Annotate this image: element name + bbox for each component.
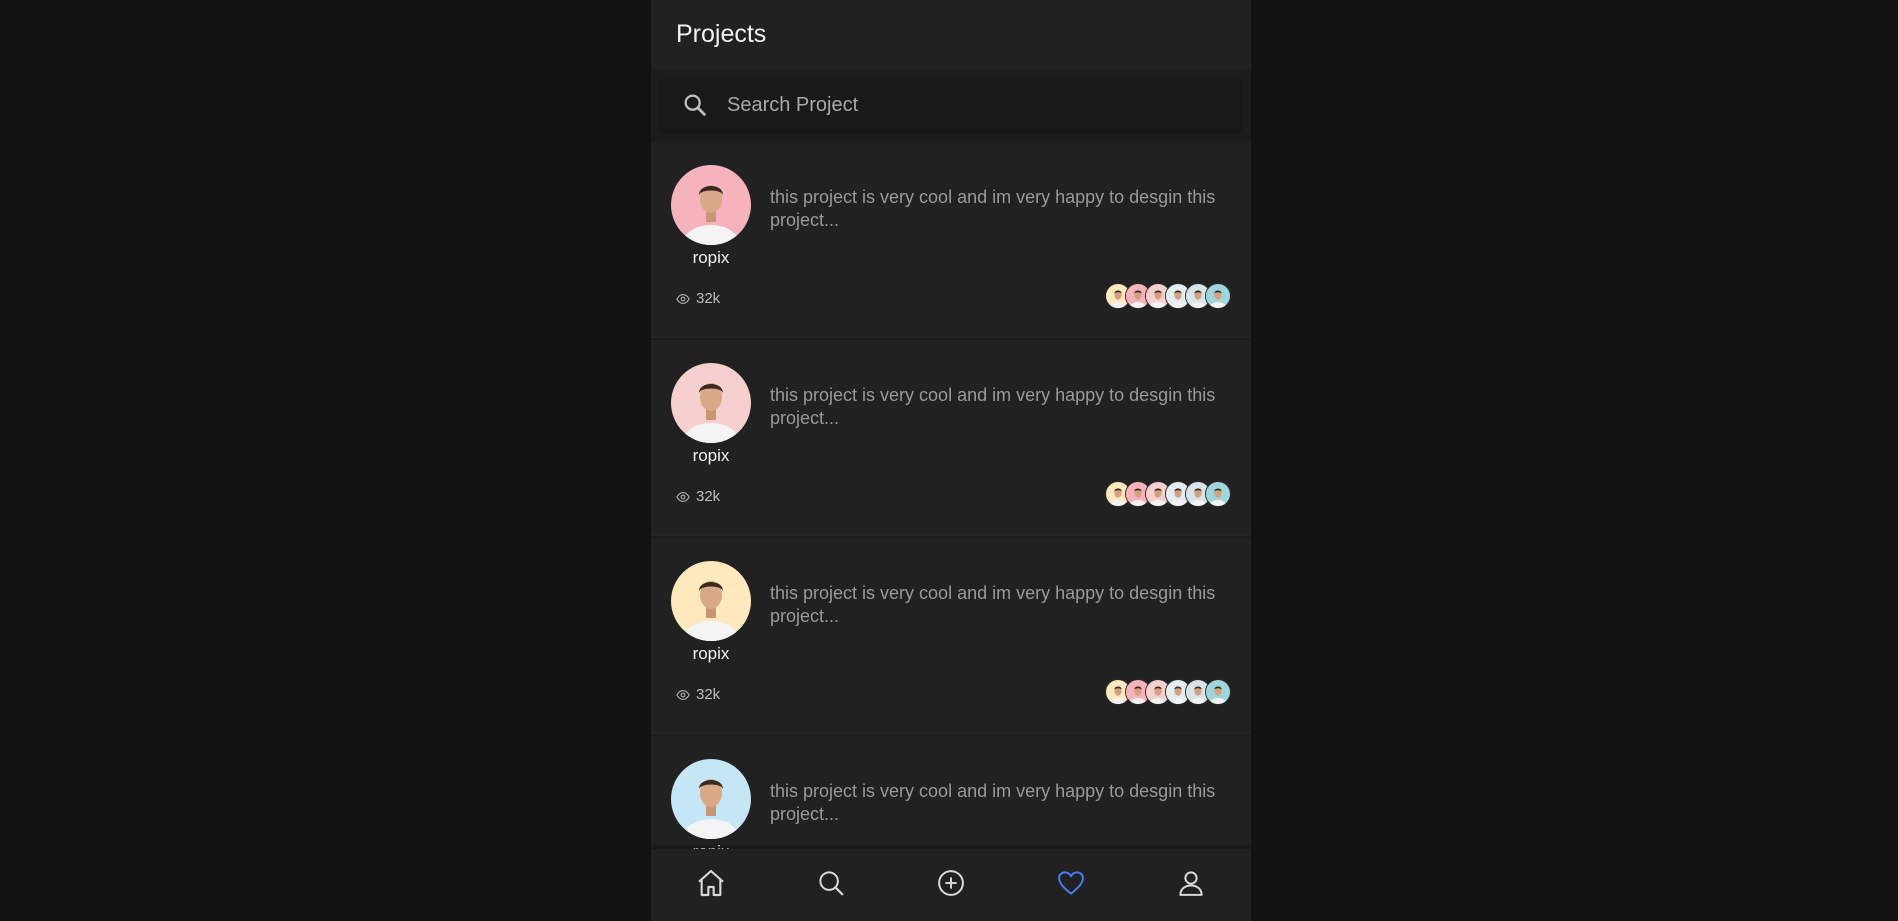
top-app-bar: Projects <box>651 0 1251 69</box>
nav-profile-button[interactable] <box>1171 865 1211 905</box>
project-card[interactable]: ropix this project is very cool and im ve… <box>651 340 1251 536</box>
view-count-value: 32k <box>696 488 721 505</box>
view-count-value: 32k <box>696 686 721 703</box>
author-name: ropix <box>661 842 761 849</box>
author-name: ropix <box>692 248 730 267</box>
user-icon <box>1176 868 1206 903</box>
project-card[interactable]: ropix this project is very cool and im ve… <box>651 736 1251 849</box>
view-count: 32k <box>676 488 720 505</box>
eye-icon <box>676 292 690 306</box>
project-description: this project is very cool and im very ha… <box>770 187 1216 230</box>
author-avatar[interactable] <box>671 363 751 443</box>
heart-icon <box>1056 868 1086 903</box>
search-input[interactable] <box>725 84 1241 126</box>
nav-favorites-button[interactable] <box>1051 865 1091 905</box>
project-description: this project is very cool and im very ha… <box>770 781 1216 824</box>
project-description: this project is very cool and im very ha… <box>770 385 1216 428</box>
author-avatar[interactable] <box>671 165 751 245</box>
search-section <box>651 69 1251 142</box>
author-avatar[interactable] <box>671 561 751 641</box>
nav-add-button[interactable] <box>931 865 971 905</box>
project-card[interactable]: ropix this project is very cool and im ve… <box>651 538 1251 734</box>
team-members[interactable] <box>1105 679 1231 705</box>
search-bar[interactable] <box>661 79 1241 131</box>
nav-search-button[interactable] <box>811 865 851 905</box>
member-avatar <box>1205 679 1231 705</box>
author-name: ropix <box>692 446 730 465</box>
project-description: this project is very cool and im very ha… <box>770 583 1216 626</box>
add-circle-icon <box>936 868 966 903</box>
page-title: Projects <box>676 20 767 48</box>
author-avatar[interactable] <box>671 759 751 839</box>
member-avatar <box>1205 481 1231 507</box>
author-name: ropix <box>692 644 730 663</box>
team-members[interactable] <box>1105 283 1231 309</box>
bottom-nav <box>651 849 1251 921</box>
eye-icon <box>676 688 690 702</box>
team-members[interactable] <box>1105 481 1231 507</box>
view-count: 32k <box>676 290 720 307</box>
project-card[interactable]: ropix this project is very cool and im ve… <box>651 142 1251 338</box>
nav-home-button[interactable] <box>691 865 731 905</box>
view-count: 32k <box>676 686 720 703</box>
search-icon <box>681 91 709 119</box>
eye-icon <box>676 490 690 504</box>
search-icon <box>816 868 846 903</box>
project-list: ropix this project is very cool and im ve… <box>651 142 1251 849</box>
view-count-value: 32k <box>696 290 721 307</box>
app-frame: Projects ropix this project is very cool … <box>651 0 1251 921</box>
member-avatar <box>1205 283 1231 309</box>
home-icon <box>695 867 727 904</box>
